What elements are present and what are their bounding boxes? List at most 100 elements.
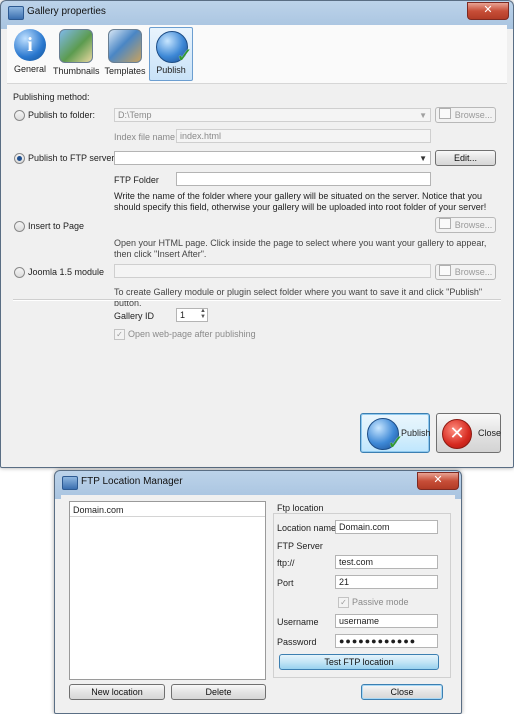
app-icon	[8, 6, 24, 20]
password-label: Password	[277, 637, 317, 647]
ftp-close-button[interactable]: Close	[361, 684, 443, 700]
list-item[interactable]: Domain.com	[73, 505, 124, 515]
insert-to-page-note: Open your HTML page. Click inside the pa…	[114, 238, 487, 259]
joomla-note: To create Gallery module or plugin selec…	[114, 287, 483, 308]
titlebar[interactable]: Gallery properties ✕	[1, 1, 513, 25]
publishing-method-heading: Publishing method:	[13, 92, 90, 102]
templates-icon	[108, 29, 142, 63]
window-title: Gallery properties	[27, 6, 106, 17]
publish-button-label: Publish	[401, 428, 431, 438]
radio-insert-to-page[interactable]	[14, 221, 25, 232]
tab-thumbnails[interactable]: Thumbnails	[53, 27, 100, 79]
username-label: Username	[277, 617, 319, 627]
ftp-folder-note: Write the name of the folder where your …	[114, 191, 487, 212]
publish-to-ftp-label: Publish to FTP server	[28, 153, 115, 163]
publish-to-folder-label: Publish to folder:	[28, 110, 96, 120]
folder-browse-label: Browse...	[454, 110, 493, 120]
joomla-browse-button: Browse...	[435, 264, 496, 280]
thumbnails-icon	[59, 29, 93, 63]
folder-browse-button: Browse...	[435, 107, 496, 123]
chevron-down-icon: ▼	[419, 111, 427, 120]
open-webpage-checkbox: ✓	[114, 329, 125, 340]
gallery-id-spinner[interactable]: 1 ▲ ▼	[176, 308, 208, 322]
ftp-titlebar[interactable]: FTP Location Manager ✕	[55, 471, 461, 495]
info-icon: i	[14, 29, 46, 61]
ftp-close-label: Close	[390, 687, 414, 697]
publish-globe-icon	[367, 418, 404, 455]
ftp-location-manager-window: FTP Location Manager ✕ Domain.com New lo…	[54, 470, 462, 714]
ftp-edit-label: Edit...	[453, 153, 477, 163]
ftp-server-label: FTP Server	[277, 541, 323, 551]
tab-toolbar: i General Thumbnails Templates Publish	[7, 25, 507, 84]
new-location-label: New location	[91, 687, 143, 697]
port-input[interactable]: 21	[335, 575, 438, 589]
spinner-arrows-icon[interactable]: ▲ ▼	[200, 309, 206, 320]
open-webpage-label: Open web-page after publishing	[128, 329, 256, 339]
divider	[13, 299, 501, 301]
joomla-module-label: Joomla 1.5 module	[28, 267, 105, 277]
radio-joomla-module[interactable]	[14, 267, 25, 278]
username-input[interactable]: username	[335, 614, 438, 628]
port-label: Port	[277, 578, 294, 588]
joomla-browse-label: Browse...	[454, 267, 493, 277]
folder-icon	[438, 265, 451, 276]
index-file-value: index.html	[180, 131, 222, 141]
index-file-input: index.html	[176, 129, 431, 143]
new-location-button[interactable]: New location	[69, 684, 165, 700]
index-file-label: Index file name	[114, 132, 176, 142]
chevron-down-icon: ▼	[419, 154, 427, 163]
ftp-server-input[interactable]: test.com	[335, 555, 438, 569]
gallery-properties-window: Gallery properties ✕ i General Thumbnail…	[0, 0, 514, 468]
ftp-folder-input[interactable]	[176, 172, 431, 186]
radio-publish-to-ftp[interactable]	[14, 153, 25, 164]
delete-label: Delete	[205, 687, 232, 697]
tab-publish[interactable]: Publish	[149, 27, 193, 81]
app-icon	[62, 476, 78, 490]
tab-thumbnails-label: Thumbnails	[53, 66, 100, 76]
test-ftp-location-button[interactable]: Test FTP location	[279, 654, 439, 670]
list-divider	[70, 516, 265, 517]
close-button[interactable]: ✕ Close	[436, 413, 501, 453]
username-value: username	[339, 616, 380, 626]
delete-button[interactable]: Delete	[171, 684, 266, 700]
joomla-path-input	[114, 264, 431, 278]
close-icon[interactable]: ✕	[417, 472, 459, 490]
insert-browse-button: Browse...	[435, 217, 496, 233]
publish-button[interactable]: Publish	[360, 413, 431, 455]
ftp-folder-label: FTP Folder	[114, 175, 159, 185]
location-name-value: Domain.com	[339, 522, 390, 532]
location-name-input[interactable]: Domain.com	[335, 520, 438, 534]
gallery-id-label: Gallery ID	[114, 311, 155, 321]
close-button-label: Close	[478, 428, 502, 438]
publish-globe-icon	[155, 30, 193, 68]
ftp-location-dropdown[interactable]: ▼	[114, 151, 431, 165]
window-body: i General Thumbnails Templates Publish P…	[7, 25, 507, 461]
radio-publish-to-folder[interactable]	[14, 110, 25, 121]
passive-mode-label: Passive mode	[352, 597, 409, 607]
insert-browse-label: Browse...	[454, 220, 493, 230]
passive-mode-checkbox: ✓	[338, 597, 349, 608]
tab-general-label: General	[13, 64, 47, 74]
ftp-edit-button[interactable]: Edit...	[435, 150, 496, 166]
folder-path-dropdown: D:\Temp ▼	[114, 108, 431, 122]
test-ftp-label: Test FTP location	[324, 657, 394, 667]
tab-templates-label: Templates	[104, 66, 146, 76]
tab-general[interactable]: i General	[11, 27, 49, 79]
password-input[interactable]: ●●●●●●●●●●●●	[335, 634, 438, 648]
password-value: ●●●●●●●●●●●●	[339, 636, 417, 646]
ftp-location-list[interactable]: Domain.com	[69, 501, 266, 680]
close-icon[interactable]: ✕	[467, 2, 509, 20]
gallery-id-value: 1	[180, 310, 186, 320]
ftp-prefix-label: ftp://	[277, 558, 295, 568]
port-value: 21	[339, 577, 350, 587]
close-x-icon: ✕	[442, 419, 472, 449]
folder-icon	[438, 218, 451, 229]
ftp-location-group-label: Ftp location	[277, 503, 324, 513]
ftp-window-title: FTP Location Manager	[81, 476, 183, 487]
tab-templates[interactable]: Templates	[103, 27, 147, 79]
folder-icon	[438, 108, 451, 119]
location-name-label: Location name	[277, 523, 337, 533]
insert-to-page-label: Insert to Page	[28, 221, 85, 231]
ftp-window-body: Domain.com New location Delete Ftp locat…	[61, 495, 455, 707]
ftp-server-value: test.com	[339, 557, 374, 567]
